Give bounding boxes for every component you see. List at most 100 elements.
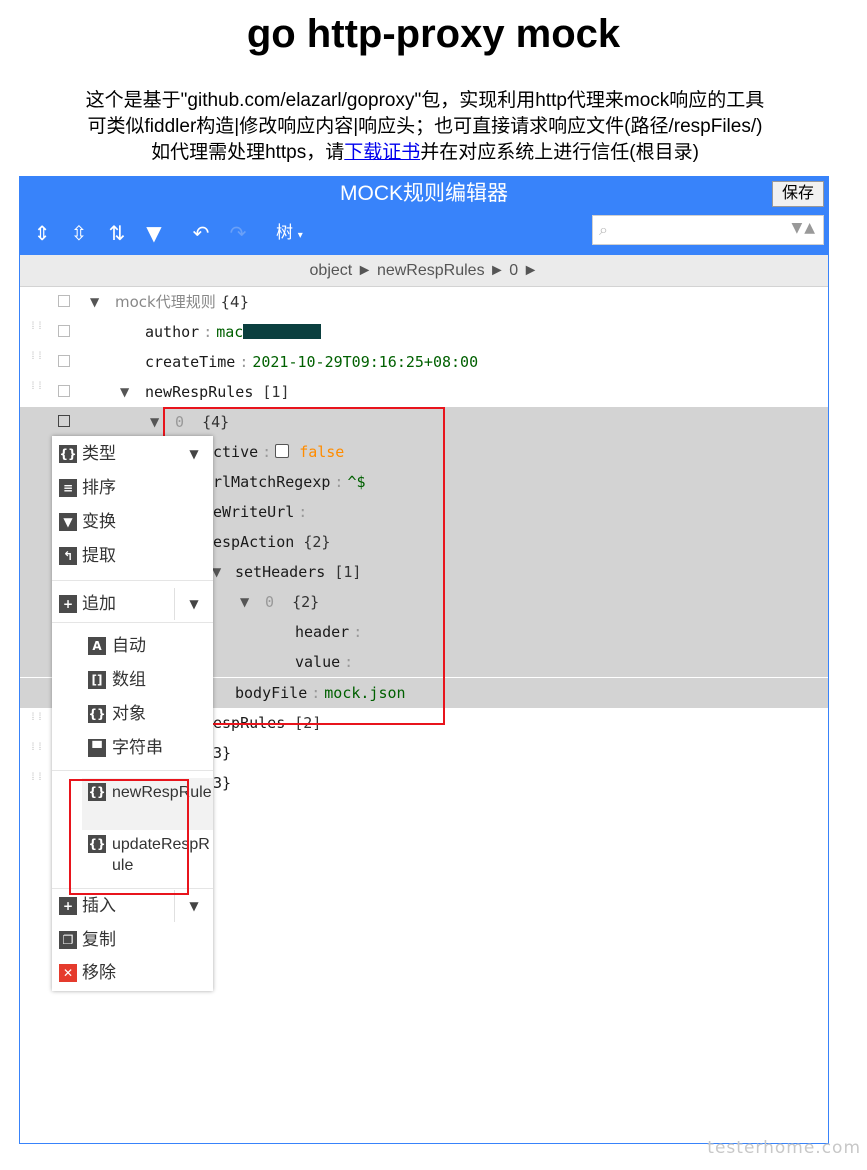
tree-row-createTime[interactable]: ⁞⁞ createTime:2021-10-29T09:16:25+08:00 [20, 347, 828, 377]
menu-item-label: 对象 [112, 704, 146, 723]
drag-handle-icon[interactable]: ⁞⁞ [30, 713, 43, 731]
tree-row-newRespRules[interactable]: ⁞⁞ ▼ newRespRules [1] [20, 377, 828, 407]
object-icon: {} [88, 705, 106, 723]
drag-handle-icon[interactable]: ⁞⁞ [30, 322, 43, 340]
menu-item-label: 复制 [82, 930, 116, 949]
editor-header: MOCK规则编辑器 保存 [20, 177, 828, 211]
menu-item-label: 字符串 [112, 738, 163, 757]
author-value[interactable]: mac [216, 323, 243, 341]
drag-handle-icon[interactable]: ⁞⁞ [30, 352, 43, 370]
redaction-block [243, 324, 322, 339]
menu-item-label: 类型 [82, 444, 116, 463]
menu-item-type[interactable]: {} 类型 ▼ [52, 438, 213, 470]
submenu-item-object[interactable]: {} 对象 [82, 698, 213, 730]
array-icon: [] [88, 671, 106, 689]
plus-icon: + [59, 897, 77, 915]
colon-separator: : [203, 323, 213, 341]
chevron-down-icon: ▾ [297, 230, 303, 241]
drag-handle-icon[interactable]: ⁞⁞ [30, 773, 43, 791]
search-icon: ⌕ [599, 220, 608, 239]
context-menu-button[interactable] [58, 295, 70, 307]
createTime-key[interactable]: createTime [145, 353, 235, 371]
root-count: {4} [220, 293, 250, 311]
intro-line-3: 如代理需处理https，请下载证书并在对应系统上进行信任(根目录) [0, 140, 850, 166]
collapse-icon[interactable]: ▼ [120, 377, 129, 407]
author-field: author: mac [145, 317, 322, 347]
context-menu-button[interactable] [58, 385, 70, 397]
duplicate-icon: ❐ [59, 931, 77, 949]
type-icon: {} [59, 445, 77, 463]
menu-item-label: 数组 [112, 670, 146, 689]
tree-row-author[interactable]: ⁞⁞ author: mac [20, 317, 828, 347]
author-key[interactable]: author [145, 323, 199, 341]
context-menu-button[interactable] [58, 325, 70, 337]
filter-icon: ▼ [59, 513, 77, 531]
extract-icon: ↰ [59, 547, 77, 565]
createTime-value[interactable]: 2021-10-29T09:16:25+08:00 [252, 353, 478, 371]
createTime-field: createTime:2021-10-29T09:16:25+08:00 [145, 347, 478, 377]
page-title: go http-proxy mock [246, 12, 621, 56]
menu-item-label: 移除 [82, 963, 116, 982]
drag-handle-icon[interactable]: ⁞⁞ [30, 382, 43, 400]
menu-divider [52, 580, 213, 581]
chevron-down-icon[interactable]: ▼ [174, 588, 213, 620]
colon-separator: : [239, 353, 249, 371]
collapse-icon[interactable]: ▼ [90, 287, 99, 317]
sort-icon[interactable]: ⇅ [103, 219, 131, 247]
context-menu: {} 类型 ▼ ≡ 排序 ▼ 变换 ↰ 提取 + 追加 ▼ A 自动 [] 数组… [52, 436, 213, 991]
save-button[interactable]: 保存 [772, 181, 824, 207]
menu-item-remove[interactable]: ✕ 移除 [52, 957, 213, 989]
tail-1-field: 3} [213, 744, 232, 762]
chevron-down-icon[interactable]: ▼ [175, 438, 213, 470]
menu-item-label: 追加 [82, 594, 116, 613]
menu-item-label: 排序 [82, 478, 116, 497]
menu-item-append[interactable]: + 追加 ▼ [52, 588, 213, 620]
collapse-all-icon[interactable]: ⇳ [65, 219, 93, 247]
menu-item-label: 自动 [112, 636, 146, 655]
menu-item-label: 提取 [82, 546, 116, 565]
menu-divider [52, 622, 213, 623]
intro-line-3-suffix: 并在对应系统上进行信任(根目录) [420, 142, 699, 163]
menu-item-label: 变换 [82, 512, 116, 531]
context-menu-button[interactable] [58, 355, 70, 367]
context-menu-button[interactable] [58, 415, 70, 427]
highlight-box-templates [69, 779, 189, 895]
menu-item-duplicate[interactable]: ❐ 复制 [52, 924, 213, 956]
watermark: testerhome.com [707, 1138, 861, 1158]
menu-divider [52, 770, 213, 771]
menu-item-sort[interactable]: ≡ 排序 [52, 472, 213, 504]
root-field: mock代理规则 {4} [115, 287, 249, 317]
drag-handle-icon[interactable]: ⁞⁞ [30, 743, 43, 761]
remove-icon: ✕ [59, 964, 77, 982]
intro-line-3-prefix: 如代理需处理https，请 [151, 142, 345, 163]
menu-item-transform[interactable]: ▼ 变换 [52, 506, 213, 538]
tree-row-root[interactable]: ▼ mock代理规则 {4} [20, 287, 828, 317]
intro-line-1: 这个是基于"github.com/elazarl/goproxy"包，实现利用h… [85, 90, 765, 111]
string-icon: ▀ [88, 739, 106, 757]
undo-icon[interactable]: ↶ [187, 219, 215, 247]
plus-icon: + [59, 595, 77, 613]
intro-line-2: 可类似fiddler构造|修改响应内容|响应头；也可直接请求响应文件(路径/re… [87, 116, 763, 137]
breadcrumb[interactable]: object ► newRespRules ► 0 ► [20, 255, 828, 287]
sort-icon: ≡ [59, 479, 77, 497]
mode-dropdown[interactable]: 树 ▾ [276, 219, 303, 247]
menu-item-extract[interactable]: ↰ 提取 [52, 540, 213, 572]
editor-toolbar: ⇕ ⇳ ⇅ ▼ ↶ ↷ 树 ▾ ⌕ ▼▲ [20, 211, 828, 255]
auto-type-icon: A [88, 637, 106, 655]
search-box[interactable]: ⌕ ▼▲ [592, 215, 824, 245]
collapse-icon[interactable]: ▼ [150, 407, 159, 437]
search-nav-icons[interactable]: ▼▲ [791, 220, 817, 236]
redo-icon[interactable]: ↷ [224, 219, 252, 247]
tail-2-field: 3} [213, 774, 232, 792]
submenu-item-string[interactable]: ▀ 字符串 [82, 732, 213, 764]
submenu-item-array[interactable]: [] 数组 [82, 664, 213, 696]
expand-all-icon[interactable]: ⇕ [28, 219, 56, 247]
newRespRules-count: [1] [262, 383, 290, 401]
editor-title: MOCK规则编辑器 [340, 182, 508, 205]
newRespRules-field: newRespRules [1] [145, 377, 290, 407]
submenu-item-auto[interactable]: A 自动 [82, 630, 213, 662]
download-cert-link[interactable]: 下载证书 [344, 142, 420, 163]
root-name: mock代理规则 [115, 293, 216, 311]
filter-icon[interactable]: ▼ [140, 219, 168, 247]
newRespRules-key[interactable]: newRespRules [145, 383, 253, 401]
